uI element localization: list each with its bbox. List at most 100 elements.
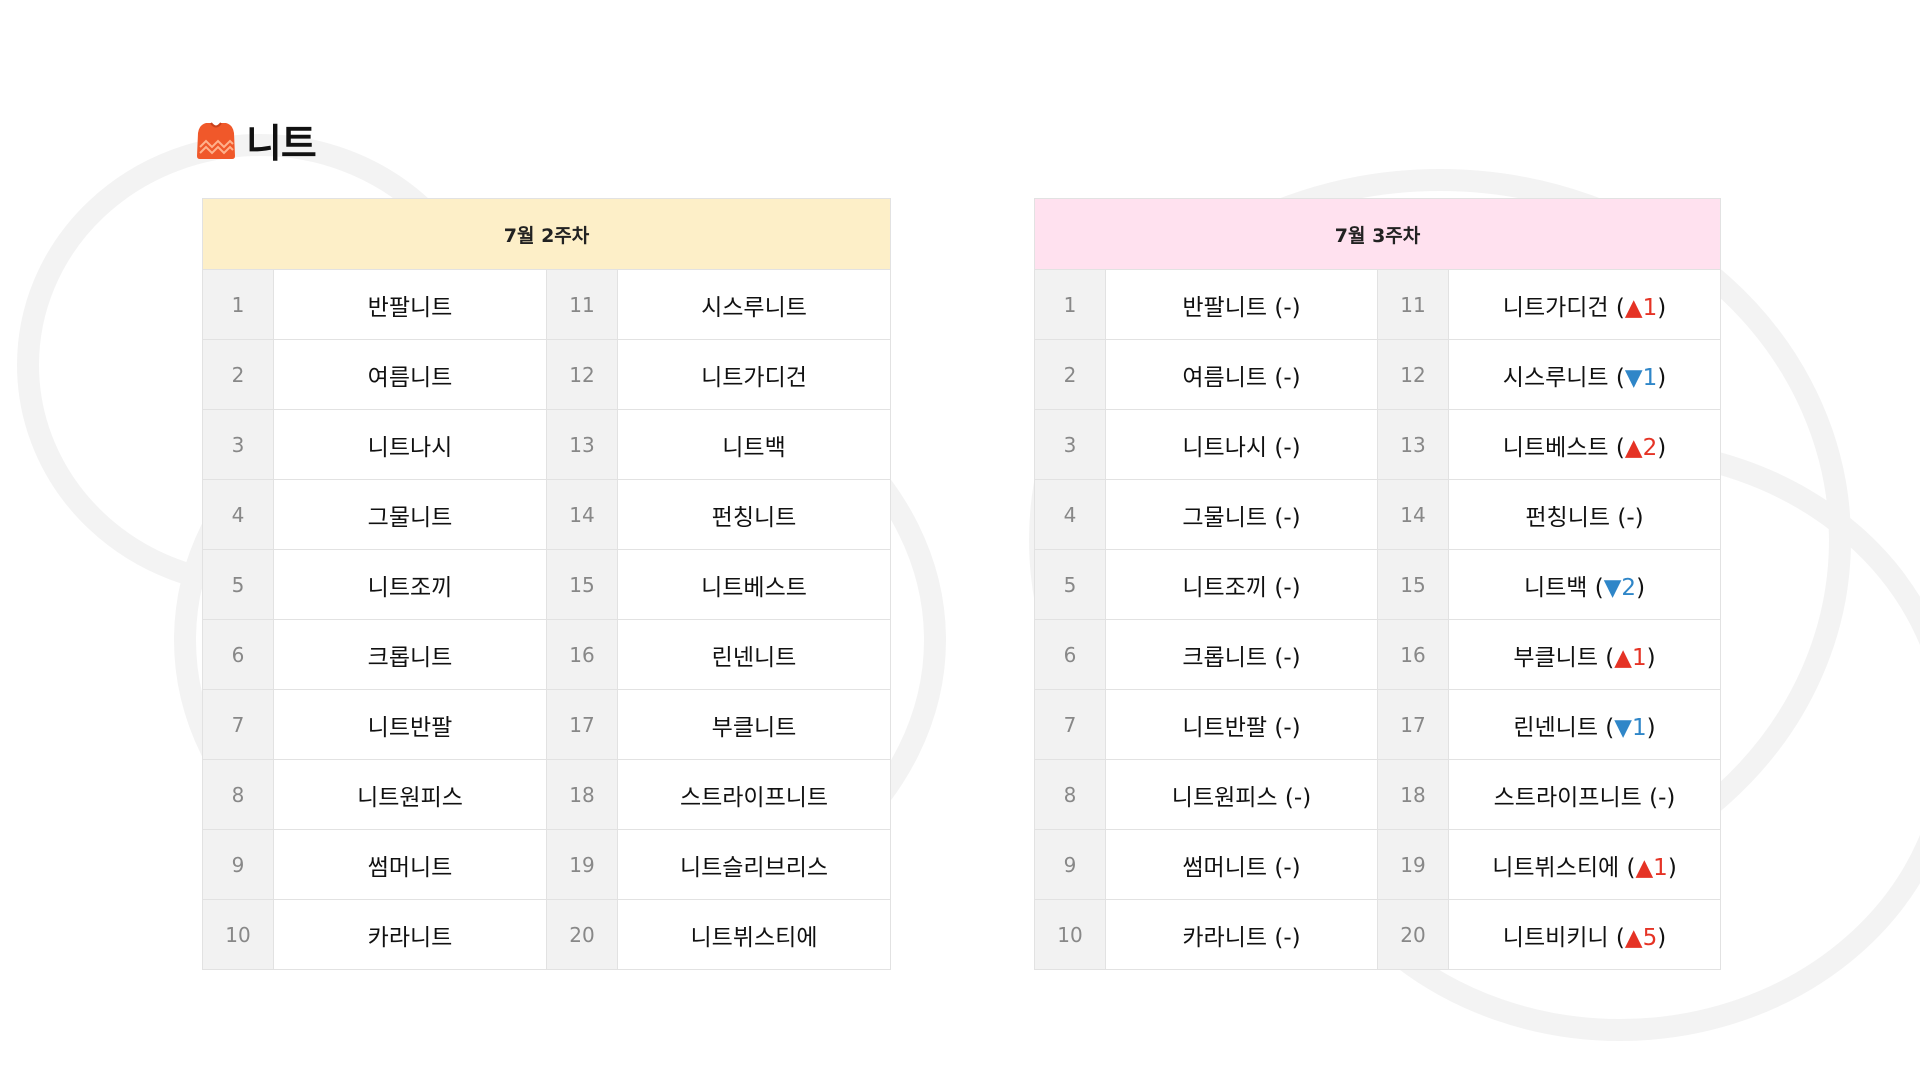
item-cell: 니트뷔스티에 (▲1) bbox=[1448, 829, 1721, 900]
item-name: 펀칭니트 bbox=[711, 504, 797, 531]
rank-number: 7 bbox=[1034, 689, 1106, 760]
item-name: 린넨니트 bbox=[711, 644, 797, 671]
rank-change-none: - bbox=[1283, 364, 1292, 391]
table-row: 7 니트반팔 17 부클니트 bbox=[202, 689, 891, 760]
item-name: 니트원피스 bbox=[357, 784, 463, 811]
item-cell: 니트비키니 (▲5) bbox=[1448, 899, 1721, 970]
table-row: 2 여름니트 12 니트가디건 bbox=[202, 339, 891, 410]
item-name: 니트뷔스티에 bbox=[1492, 854, 1620, 881]
item-name: 반팔니트 bbox=[1182, 294, 1268, 321]
rank-number: 8 bbox=[202, 759, 274, 830]
rank-number: 14 bbox=[546, 479, 618, 550]
table-row: 8 니트원피스 18 스트라이프니트 bbox=[202, 759, 891, 830]
rank-number: 1 bbox=[1034, 269, 1106, 340]
item-name: 크롭니트 bbox=[1182, 644, 1268, 671]
item-cell: 니트조끼 (-) bbox=[1105, 549, 1378, 620]
week2-header: 7월 2주차 bbox=[202, 198, 891, 270]
table-row: 1 반팔니트 (-) 11 니트가디건 (▲1) bbox=[1034, 269, 1721, 340]
rank-number: 15 bbox=[546, 549, 618, 620]
rank-number: 13 bbox=[1377, 409, 1449, 480]
rank-change-none: - bbox=[1283, 924, 1292, 951]
rank-change-none: - bbox=[1283, 434, 1292, 461]
item-cell: 니트가디건 bbox=[617, 339, 891, 410]
rank-number: 19 bbox=[546, 829, 618, 900]
rank-change-none: - bbox=[1283, 574, 1292, 601]
item-cell: 카라니트 (-) bbox=[1105, 899, 1378, 970]
rank-change-none: - bbox=[1283, 644, 1292, 671]
rank-number: 11 bbox=[1377, 269, 1449, 340]
item-cell: 니트슬리브리스 bbox=[617, 829, 891, 900]
rank-change-value: 2 bbox=[1621, 574, 1637, 601]
rank-number: 12 bbox=[546, 339, 618, 410]
item-name: 그물니트 bbox=[1182, 504, 1268, 531]
item-name: 여름니트 bbox=[1182, 364, 1268, 391]
rank-number: 9 bbox=[202, 829, 274, 900]
item-cell: 린넨니트 bbox=[617, 619, 891, 690]
rank-number: 15 bbox=[1377, 549, 1449, 620]
item-name: 여름니트 bbox=[367, 364, 453, 391]
rank-number: 4 bbox=[1034, 479, 1106, 550]
item-cell: 그물니트 bbox=[273, 479, 547, 550]
item-cell: 스트라이프니트 bbox=[617, 759, 891, 830]
rank-number: 4 bbox=[202, 479, 274, 550]
rank-number: 12 bbox=[1377, 339, 1449, 410]
item-name: 카라니트 bbox=[1182, 924, 1268, 951]
rank-change-value: 1 bbox=[1653, 854, 1668, 881]
table-row: 5 니트조끼 (-) 15 니트백 (▼2) bbox=[1034, 549, 1721, 620]
week3-header: 7월 3주차 bbox=[1034, 198, 1721, 270]
rank-number: 16 bbox=[546, 619, 618, 690]
item-cell: 썸머니트 bbox=[273, 829, 547, 900]
item-name: 썸머니트 bbox=[1182, 854, 1268, 881]
table-row: 1 반팔니트 11 시스루니트 bbox=[202, 269, 891, 340]
item-name: 니트백 bbox=[722, 434, 786, 461]
rank-change-none: - bbox=[1658, 784, 1667, 811]
rank-number: 9 bbox=[1034, 829, 1106, 900]
item-cell: 펀칭니트 (-) bbox=[1448, 479, 1721, 550]
rank-number: 20 bbox=[546, 899, 618, 970]
rank-number: 6 bbox=[1034, 619, 1106, 690]
item-name: 니트나시 bbox=[367, 434, 453, 461]
item-name: 니트백 bbox=[1523, 574, 1588, 601]
item-cell: 니트베스트 (▲2) bbox=[1448, 409, 1721, 480]
item-cell: 니트나시 bbox=[273, 409, 547, 480]
item-name: 부클니트 bbox=[1513, 644, 1598, 671]
item-cell: 부클니트 bbox=[617, 689, 891, 760]
page-title: 니트 bbox=[246, 122, 317, 167]
table-row: 3 니트나시 13 니트백 bbox=[202, 409, 891, 480]
item-cell: 스트라이프니트 (-) bbox=[1448, 759, 1721, 830]
item-name: 니트베스트 bbox=[1502, 434, 1609, 461]
week2-ranking-table: 7월 2주차 1 반팔니트 11 시스루니트 2 여름니트 12 니트가디건 3 니트나시 13 니트… bbox=[202, 198, 891, 970]
sweater-icon bbox=[197, 122, 235, 159]
item-cell: 니트백 (▼2) bbox=[1448, 549, 1721, 620]
item-name: 니트베스트 bbox=[701, 574, 807, 601]
item-name: 반팔니트 bbox=[367, 294, 453, 321]
rank-number: 13 bbox=[546, 409, 618, 480]
item-cell: 크롭니트 (-) bbox=[1105, 619, 1378, 690]
item-cell: 니트나시 (-) bbox=[1105, 409, 1378, 480]
rank-number: 18 bbox=[546, 759, 618, 830]
item-name: 니트반팔 bbox=[1182, 714, 1268, 741]
rank-down-icon: ▼ bbox=[1624, 364, 1643, 391]
rank-up-icon: ▲ bbox=[1635, 854, 1654, 881]
item-cell: 니트뷔스티에 bbox=[617, 899, 891, 970]
table-row: 2 여름니트 (-) 12 시스루니트 (▼1) bbox=[1034, 339, 1721, 410]
item-name: 스트라이프니트 bbox=[679, 784, 829, 811]
item-name: 썸머니트 bbox=[367, 854, 453, 881]
rank-change-none: - bbox=[1626, 504, 1635, 531]
table-row: 6 크롭니트 16 린넨니트 bbox=[202, 619, 891, 690]
rank-number: 11 bbox=[546, 269, 618, 340]
item-name: 니트조끼 bbox=[1182, 574, 1268, 601]
item-cell: 니트원피스 (-) bbox=[1105, 759, 1378, 830]
item-name: 부클니트 bbox=[711, 714, 797, 741]
rank-number: 3 bbox=[1034, 409, 1106, 480]
rank-change-none: - bbox=[1283, 504, 1292, 531]
item-cell: 니트반팔 (-) bbox=[1105, 689, 1378, 760]
item-name: 니트원피스 bbox=[1171, 784, 1278, 811]
item-cell: 반팔니트 (-) bbox=[1105, 269, 1378, 340]
table-row: 5 니트조끼 15 니트베스트 bbox=[202, 549, 891, 620]
item-cell: 니트원피스 bbox=[273, 759, 547, 830]
item-name: 카라니트 bbox=[367, 924, 453, 951]
page-header: 니트 bbox=[197, 115, 317, 167]
rank-number: 14 bbox=[1377, 479, 1449, 550]
table-row: 4 그물니트 (-) 14 펀칭니트 (-) bbox=[1034, 479, 1721, 550]
